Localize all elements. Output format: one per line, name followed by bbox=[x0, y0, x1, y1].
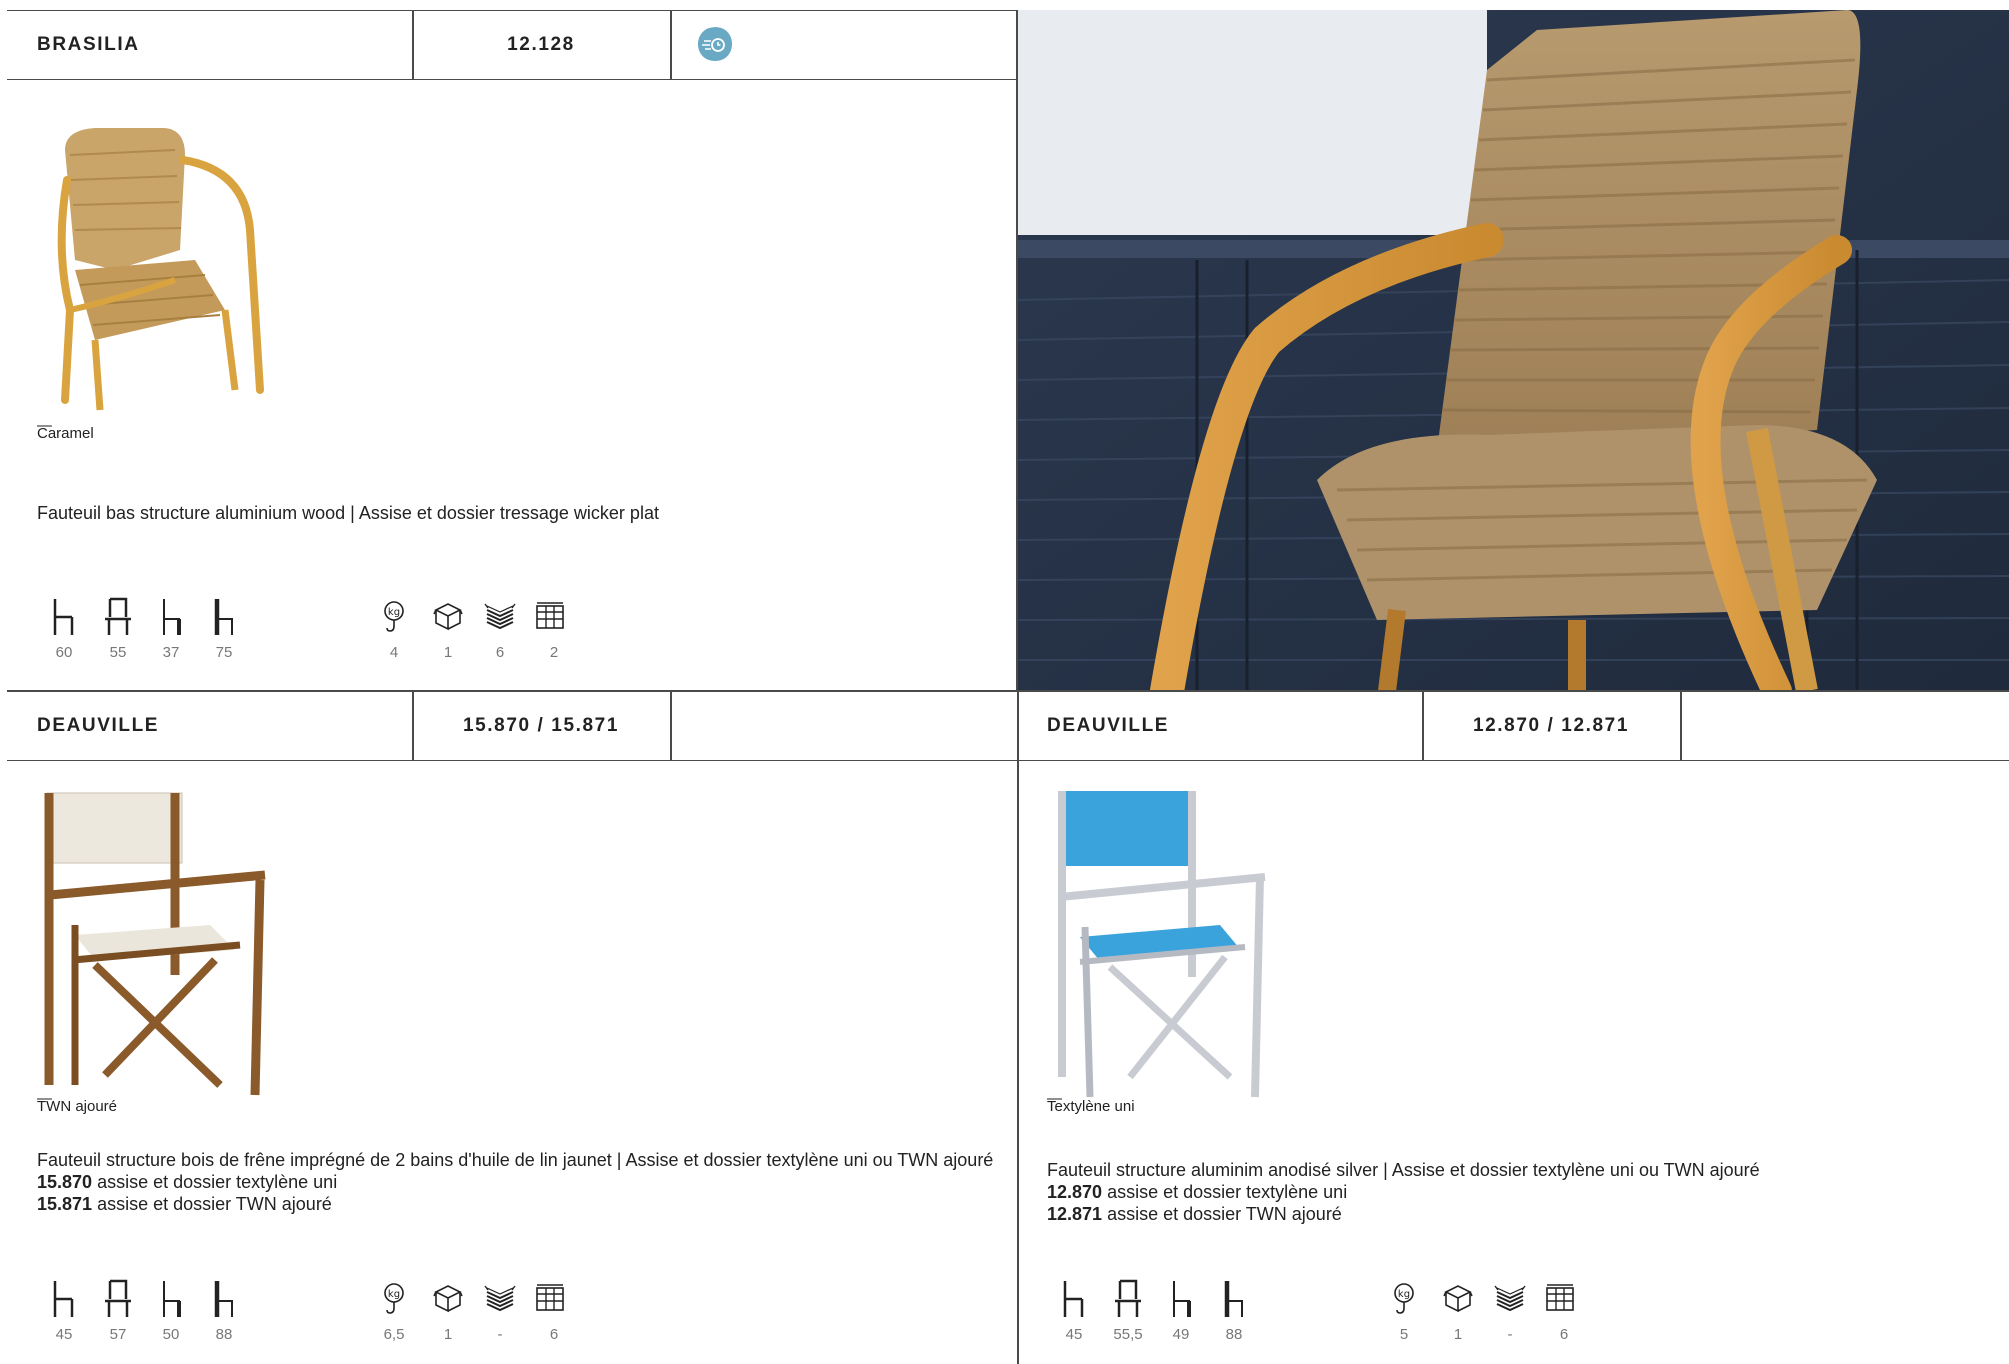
seat-depth-icon bbox=[103, 1279, 133, 1319]
variant-text: assise et dossier TWN ajouré bbox=[1102, 1204, 1342, 1224]
seat-height-icon bbox=[1060, 1279, 1086, 1319]
product-brasilia: BRASILIA 12.128 — Caramel Fauteuil bas s… bbox=[7, 10, 1017, 690]
armrest-height-icon bbox=[1169, 1279, 1195, 1319]
variant-line: 12.870 assise et dossier textylène uni bbox=[1047, 1181, 1987, 1203]
product-description: Fauteuil structure bois de frêne imprégn… bbox=[37, 1149, 997, 1215]
logistics-value: 5 bbox=[1399, 1326, 1409, 1343]
svg-text:kg: kg bbox=[388, 1289, 400, 1300]
logistics-value: 1 bbox=[443, 1326, 453, 1343]
product-ref: 15.870 / 15.871 bbox=[462, 714, 620, 736]
product-thumbnail bbox=[35, 110, 295, 420]
dimension-value: 88 bbox=[1225, 1326, 1243, 1343]
dimension-value: 75 bbox=[215, 644, 233, 661]
pallet-icon bbox=[534, 600, 566, 632]
variant-line: 12.871 assise et dossier TWN ajouré bbox=[1047, 1203, 1987, 1225]
variant-line: 15.870 assise et dossier textylène uni bbox=[37, 1171, 997, 1193]
logistics-value: 6 bbox=[495, 644, 505, 661]
logistics-value: - bbox=[1507, 1326, 1513, 1343]
variant-text: assise et dossier textylène uni bbox=[1102, 1182, 1348, 1202]
description-text: Fauteuil structure aluminim anodisé silv… bbox=[1047, 1160, 1760, 1180]
pallet-icon bbox=[1544, 1282, 1576, 1314]
fast-delivery-icon bbox=[696, 25, 734, 63]
stack-icon bbox=[483, 600, 517, 632]
dimension-value: 45 bbox=[55, 1326, 73, 1343]
product-header: BRASILIA 12.128 bbox=[7, 10, 1017, 80]
svg-text:kg: kg bbox=[1398, 1289, 1410, 1300]
armrest-height-icon bbox=[159, 1279, 185, 1319]
logistics-value: 1 bbox=[443, 644, 453, 661]
dimension-value: 37 bbox=[162, 644, 180, 661]
variant-text: assise et dossier textylène uni bbox=[92, 1172, 338, 1192]
weight-icon: kg bbox=[1390, 1282, 1418, 1316]
product-deauville-wood: DEAUVILLE 15.870 / 15.871 — TWN ajouré F… bbox=[7, 691, 1017, 1364]
seat-height-icon bbox=[50, 1279, 76, 1319]
seat-depth-icon bbox=[1113, 1279, 1143, 1319]
logistics-value: 2 bbox=[549, 644, 559, 661]
product-deauville-aluminium: DEAUVILLE 12.870 / 12.871 — Textylène un… bbox=[1018, 691, 2009, 1364]
box-icon bbox=[1442, 1282, 1474, 1314]
total-height-icon bbox=[212, 597, 238, 637]
product-thumbnail bbox=[1040, 777, 1290, 1107]
weight-icon: kg bbox=[380, 1282, 408, 1316]
box-icon bbox=[432, 600, 464, 632]
description-text: Fauteuil structure bois de frêne imprégn… bbox=[37, 1150, 994, 1170]
dimension-value: 50 bbox=[162, 1326, 180, 1343]
product-name: DEAUVILLE bbox=[37, 714, 160, 736]
finish-label: Caramel bbox=[37, 425, 94, 442]
product-ref: 12.128 bbox=[507, 34, 575, 55]
variant-code: 12.870 bbox=[1047, 1182, 1103, 1202]
dimension-value: 55 bbox=[109, 644, 127, 661]
lifestyle-photo bbox=[1017, 10, 2009, 691]
stack-icon bbox=[1493, 1282, 1527, 1314]
dimension-value: 55,5 bbox=[1113, 1326, 1143, 1343]
product-name: BRASILIA bbox=[37, 34, 140, 55]
product-description: Fauteuil structure aluminim anodisé silv… bbox=[1047, 1159, 1987, 1225]
logistics-value: 4 bbox=[389, 644, 399, 661]
column-divider-top bbox=[1016, 10, 1018, 690]
total-height-icon bbox=[1222, 1279, 1248, 1319]
variant-text: assise et dossier TWN ajouré bbox=[92, 1194, 332, 1214]
product-description: Fauteuil bas structure aluminium wood | … bbox=[37, 503, 659, 523]
variant-line: 15.871 assise et dossier TWN ajouré bbox=[37, 1193, 997, 1215]
dimension-value: 49 bbox=[1172, 1326, 1190, 1343]
logistics-value: 6 bbox=[549, 1326, 559, 1343]
logistics-value: - bbox=[497, 1326, 503, 1343]
dimension-value: 88 bbox=[215, 1326, 233, 1343]
logistics-value: 1 bbox=[1453, 1326, 1463, 1343]
stack-icon bbox=[483, 1282, 517, 1314]
variant-code: 12.871 bbox=[1047, 1204, 1103, 1224]
product-name: DEAUVILLE bbox=[1047, 714, 1170, 736]
product-header: DEAUVILLE 15.870 / 15.871 bbox=[7, 691, 1017, 761]
variant-code: 15.871 bbox=[37, 1194, 93, 1214]
product-header: DEAUVILLE 12.870 / 12.871 bbox=[1018, 691, 2009, 761]
product-thumbnail bbox=[35, 785, 285, 1105]
product-ref: 12.870 / 12.871 bbox=[1472, 714, 1630, 736]
logistics-value: 6,5 bbox=[383, 1326, 405, 1343]
box-icon bbox=[432, 1282, 464, 1314]
logistics-value: 6 bbox=[1559, 1326, 1569, 1343]
dimension-value: 45 bbox=[1065, 1326, 1083, 1343]
dimension-value: 57 bbox=[109, 1326, 127, 1343]
variant-code: 15.870 bbox=[37, 1172, 93, 1192]
seat-depth-icon bbox=[103, 597, 133, 637]
weight-icon: kg bbox=[380, 600, 408, 634]
armrest-height-icon bbox=[159, 597, 185, 637]
svg-text:kg: kg bbox=[388, 607, 400, 618]
total-height-icon bbox=[212, 1279, 238, 1319]
dimension-value: 60 bbox=[55, 644, 73, 661]
seat-height-icon bbox=[50, 597, 76, 637]
pallet-icon bbox=[534, 1282, 566, 1314]
finish-label: Textylène uni bbox=[1047, 1098, 1135, 1115]
finish-label: TWN ajouré bbox=[37, 1098, 118, 1115]
